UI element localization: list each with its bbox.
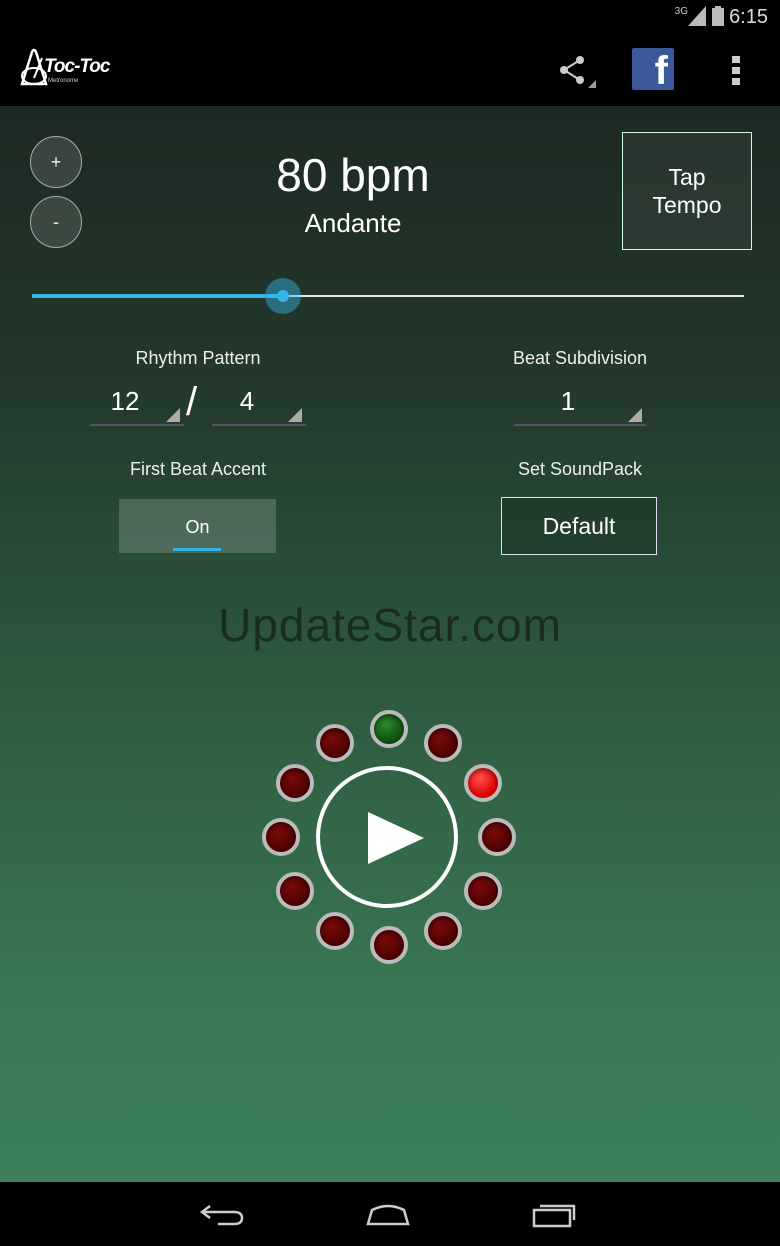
soundpack-value: Default	[542, 512, 616, 539]
beat-indicator	[424, 724, 462, 763]
tap-tempo-label: Tap Tempo	[652, 164, 722, 218]
slider-fill	[32, 294, 283, 298]
rhythm-pattern-label: Rhythm Pattern	[135, 348, 261, 368]
network-type: 3G	[674, 6, 688, 17]
beat-subdivision-label: Beat Subdivision	[512, 348, 648, 368]
beat-indicator	[262, 818, 300, 856]
play-button[interactable]	[316, 766, 458, 908]
soundpack-button[interactable]: Default	[501, 497, 657, 555]
navigation-bar	[0, 1182, 780, 1246]
app-logo[interactable]: Toc-Toc Metronome	[16, 48, 116, 92]
beat-indicator	[276, 872, 315, 910]
first-beat-accent-label: First Beat Accent	[129, 459, 267, 479]
beat-indicator	[316, 911, 354, 950]
tap-tempo-button[interactable]: Tap Tempo	[622, 132, 752, 250]
decrease-tempo-button[interactable]: -	[30, 196, 82, 248]
signal-icon	[688, 6, 706, 26]
subdivision-spinner[interactable]: 1	[514, 384, 646, 426]
accent-toggle-text: On	[185, 517, 210, 537]
recent-apps-icon[interactable]	[530, 1200, 578, 1228]
first-beat-accent-toggle[interactable]: On	[119, 499, 276, 553]
app-subtitle: Metronome	[48, 78, 79, 84]
rhythm-slash: /	[186, 380, 198, 424]
slider-thumb[interactable]	[277, 290, 289, 302]
beat-indicator	[478, 818, 516, 856]
tempo-name: Andante	[304, 208, 402, 238]
watermark: UpdateStar.com	[218, 599, 562, 651]
increase-tempo-button[interactable]: +	[30, 136, 82, 188]
status-bar: 3G 6:15	[0, 0, 780, 34]
app-name: Toc-Toc	[44, 56, 110, 77]
rhythm-denominator-spinner[interactable]: 4	[212, 384, 306, 426]
facebook-icon: f	[654, 49, 668, 93]
play-icon	[368, 812, 424, 864]
dropdown-triangle-icon	[628, 408, 642, 422]
rhythm-denominator-value: 4	[239, 386, 255, 416]
dropdown-triangle-icon	[166, 408, 180, 422]
beat-indicator	[463, 764, 502, 802]
soundpack-label: Set SoundPack	[517, 459, 643, 479]
action-bar: Toc-Toc Metronome f	[0, 34, 780, 106]
home-icon[interactable]	[364, 1200, 412, 1228]
rhythm-numerator-value: 12	[110, 386, 140, 416]
clock: 6:15	[729, 6, 768, 28]
beat-indicator	[370, 710, 408, 748]
facebook-button[interactable]: f	[632, 48, 674, 93]
toggle-indicator	[173, 548, 221, 551]
subdivision-value: 1	[560, 386, 576, 416]
rhythm-numerator-spinner[interactable]: 12	[90, 384, 184, 426]
main-content: + - 80 bpm Andante Tap Tempo Rhythm Patt…	[0, 106, 780, 1182]
dropdown-triangle-icon	[288, 408, 302, 422]
beat-indicator	[463, 872, 502, 910]
battery-icon	[712, 6, 724, 26]
beat-indicator	[370, 926, 408, 964]
overflow-menu-icon[interactable]	[726, 54, 746, 88]
beat-indicator	[424, 911, 462, 950]
bpm-display: 80 bpm	[276, 149, 430, 201]
beat-indicator	[276, 764, 315, 802]
beat-indicator	[316, 724, 354, 763]
tempo-slider[interactable]	[32, 278, 744, 314]
share-icon[interactable]	[556, 52, 596, 92]
back-icon[interactable]	[198, 1200, 246, 1228]
